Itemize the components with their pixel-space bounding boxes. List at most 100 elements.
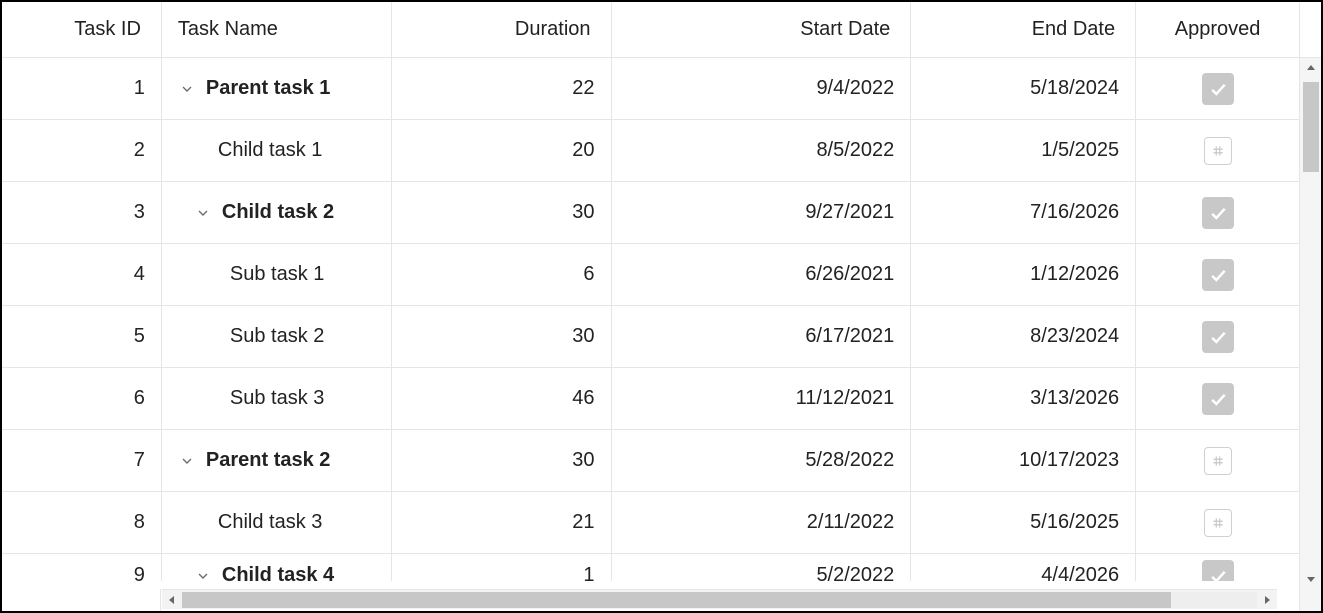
checkbox-checked[interactable] <box>1202 560 1234 582</box>
table-row[interactable]: 7Parent task 2305/28/202210/17/2023 <box>2 430 1299 492</box>
cell-duration: 46 <box>392 368 612 429</box>
chevron-down-icon[interactable] <box>178 80 196 98</box>
cell-duration: 30 <box>392 182 612 243</box>
cell-task-name[interactable]: Child task 3 <box>162 492 392 553</box>
scroll-right-arrow-icon[interactable] <box>1257 590 1277 610</box>
tree-grid: Task ID Task Name Duration Start Date En… <box>0 0 1323 613</box>
horizontal-scroll-track[interactable] <box>182 592 1257 608</box>
column-header-end[interactable]: End Date <box>911 2 1136 57</box>
horizontal-scroll-thumb[interactable] <box>182 592 1171 608</box>
scrollbar-header-cap <box>1300 2 1322 58</box>
column-header-duration[interactable]: Duration <box>392 2 612 57</box>
cell-approved <box>1136 430 1299 491</box>
vertical-scrollbar[interactable] <box>1299 2 1321 611</box>
checkbox-checked[interactable] <box>1202 383 1234 415</box>
cell-approved <box>1136 492 1299 553</box>
cell-start-date: 5/2/2022 <box>612 554 912 581</box>
cell-task-id: 6 <box>2 368 162 429</box>
task-name-label: Child task 4 <box>222 564 334 581</box>
task-name-label: Sub task 1 <box>230 263 325 286</box>
checkbox-unchecked[interactable] <box>1204 447 1232 475</box>
cell-task-name[interactable]: Parent task 2 <box>162 430 392 491</box>
checkbox-checked[interactable] <box>1202 73 1234 105</box>
cell-duration: 21 <box>392 492 612 553</box>
cell-approved <box>1136 58 1299 119</box>
task-name-label: Sub task 2 <box>230 325 325 348</box>
cell-task-name[interactable]: Sub task 3 <box>162 368 392 429</box>
task-name-label: Sub task 3 <box>230 387 325 410</box>
table-row[interactable]: 6Sub task 34611/12/20213/13/2026 <box>2 368 1299 430</box>
table-row[interactable]: 3 Child task 2 309/27/20217/16/2026 <box>2 182 1299 244</box>
cell-task-id: 1 <box>2 58 162 119</box>
task-name-label: Child task 3 <box>218 511 323 534</box>
scroll-left-arrow-icon[interactable] <box>162 590 182 610</box>
cell-task-id: 9 <box>2 554 162 581</box>
grid-body: 1Parent task 1229/4/20225/18/20242Child … <box>2 58 1299 581</box>
cell-end-date: 7/16/2026 <box>911 182 1136 243</box>
cell-end-date: 4/4/2026 <box>911 554 1136 581</box>
cell-start-date: 2/11/2022 <box>612 492 912 553</box>
horizontal-scrollbar[interactable] <box>162 589 1277 609</box>
table-row[interactable]: 1 Parent task 1 229/4/20225/18/2024 <box>2 58 1299 120</box>
cell-end-date: 8/23/2024 <box>911 306 1136 367</box>
cell-duration: 22 <box>392 58 612 119</box>
table-row[interactable]: 9Child task 415/2/20224/4/2026 <box>2 554 1299 581</box>
cell-start-date: 6/17/2021 <box>612 306 912 367</box>
cell-task-id: 5 <box>2 306 162 367</box>
cell-start-date: 5/28/2022 <box>612 430 912 491</box>
checkbox-unchecked[interactable] <box>1204 509 1232 537</box>
cell-start-date: 6/26/2021 <box>612 244 912 305</box>
task-name-label: Child task 1 <box>218 139 323 162</box>
cell-task-name[interactable]: Child task 2 <box>162 182 392 243</box>
task-name-label: Parent task 1 <box>206 77 331 100</box>
cell-start-date: 8/5/2022 <box>612 120 912 181</box>
frozen-column-corner <box>2 589 161 611</box>
checkbox-checked[interactable] <box>1202 197 1234 229</box>
column-header-start[interactable]: Start Date <box>612 2 912 57</box>
chevron-down-icon[interactable] <box>194 204 212 222</box>
cell-task-id: 4 <box>2 244 162 305</box>
cell-task-name[interactable]: Child task 1 <box>162 120 392 181</box>
cell-approved <box>1136 120 1299 181</box>
cell-start-date: 9/4/2022 <box>612 58 912 119</box>
column-header-task-id[interactable]: Task ID <box>2 2 162 57</box>
cell-duration: 20 <box>392 120 612 181</box>
scroll-up-arrow-icon[interactable] <box>1300 58 1322 78</box>
cell-approved <box>1136 244 1299 305</box>
task-name-label: Parent task 2 <box>206 449 331 472</box>
cell-end-date: 5/18/2024 <box>911 58 1136 119</box>
grid-viewport: Task ID Task Name Duration Start Date En… <box>2 2 1299 611</box>
cell-task-name[interactable]: Parent task 1 <box>162 58 392 119</box>
cell-task-name[interactable]: Sub task 1 <box>162 244 392 305</box>
cell-approved <box>1136 182 1299 243</box>
table-row[interactable]: 2Child task 1208/5/20221/5/2025 <box>2 120 1299 182</box>
cell-end-date: 1/12/2026 <box>911 244 1136 305</box>
checkbox-checked[interactable] <box>1202 259 1234 291</box>
table-row[interactable]: 5Sub task 2306/17/20218/23/2024 <box>2 306 1299 368</box>
chevron-down-icon[interactable] <box>194 567 212 582</box>
column-header-approved[interactable]: Approved <box>1136 2 1299 57</box>
cell-approved <box>1136 368 1299 429</box>
vertical-scroll-thumb[interactable] <box>1303 82 1319 172</box>
cell-end-date: 3/13/2026 <box>911 368 1136 429</box>
table-row[interactable]: 4Sub task 166/26/20211/12/2026 <box>2 244 1299 306</box>
cell-task-id: 7 <box>2 430 162 491</box>
cell-duration: 30 <box>392 430 612 491</box>
cell-start-date: 9/27/2021 <box>612 182 912 243</box>
cell-approved <box>1136 306 1299 367</box>
cell-task-name[interactable]: Child task 4 <box>162 554 392 581</box>
column-header-row: Task ID Task Name Duration Start Date En… <box>2 2 1299 58</box>
chevron-down-icon[interactable] <box>178 452 196 470</box>
cell-end-date: 1/5/2025 <box>911 120 1136 181</box>
checkbox-checked[interactable] <box>1202 321 1234 353</box>
checkbox-unchecked[interactable] <box>1204 137 1232 165</box>
task-name-label: Child task 2 <box>222 201 334 224</box>
cell-task-id: 3 <box>2 182 162 243</box>
table-row[interactable]: 8 Child task 3 212/11/20225/16/2025 <box>2 492 1299 554</box>
cell-end-date: 5/16/2025 <box>911 492 1136 553</box>
column-header-task-name[interactable]: Task Name <box>162 2 392 57</box>
cell-task-id: 8 <box>2 492 162 553</box>
cell-approved <box>1136 554 1299 581</box>
scroll-down-arrow-icon[interactable] <box>1300 569 1322 589</box>
cell-task-name[interactable]: Sub task 2 <box>162 306 392 367</box>
